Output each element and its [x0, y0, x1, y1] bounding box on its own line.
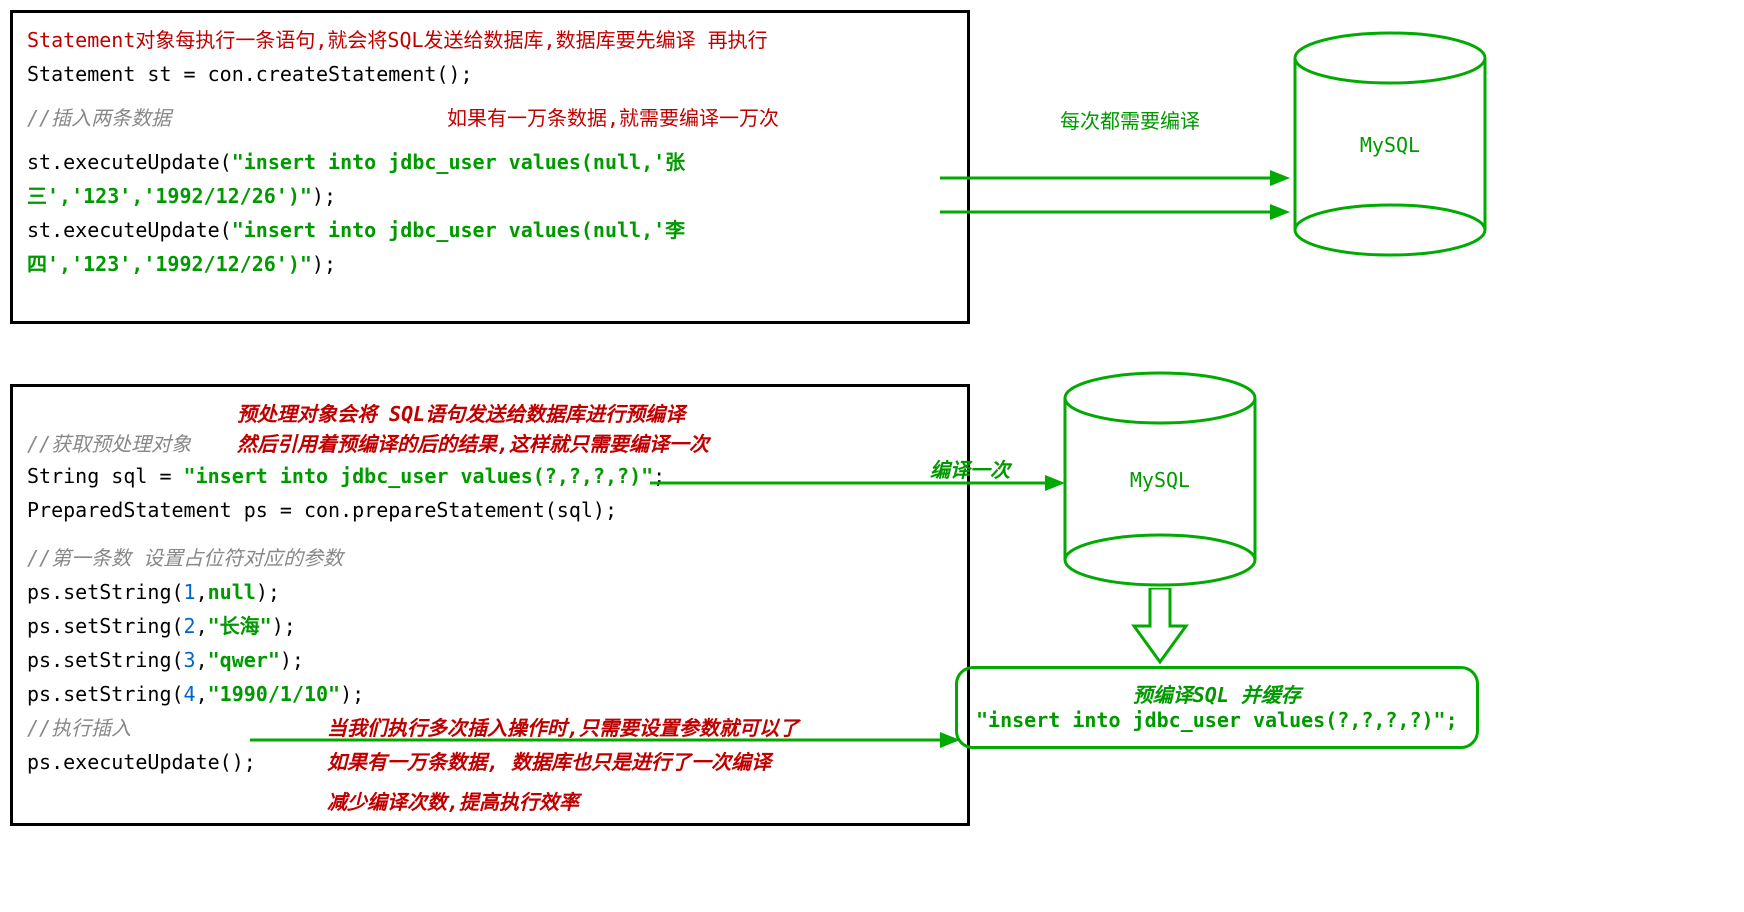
- exec1-prefix: st.executeUpdate(: [27, 150, 232, 174]
- set-params-comment: //第一条数 设置占位符对应的参数: [27, 541, 953, 575]
- cache-title: 预编译SQL 并缓存: [976, 679, 1458, 708]
- compile-10k-note: 如果有一万条数据,就需要编译一万次: [447, 101, 779, 135]
- compile-every-time-label: 每次都需要编译: [1060, 105, 1200, 134]
- sql-decl-string: "insert into jdbc_user values(?,?,?,?)": [184, 464, 654, 488]
- insert-comment: //插入两条数据: [27, 106, 171, 130]
- mysql-cylinder-bottom: MySQL: [1060, 370, 1260, 590]
- exec2-suffix: );: [312, 252, 336, 276]
- set-string-4: ps.setString(4,"1990/1/10");: [27, 677, 953, 711]
- down-arrow-icon: [1128, 588, 1192, 668]
- mysql-cylinder-top: MySQL: [1290, 30, 1490, 260]
- sql-cache-box: 预编译SQL 并缓存 "insert into jdbc_user values…: [955, 666, 1479, 749]
- arrows-top: [940, 170, 1300, 230]
- exec-insert-comment: //执行插入: [27, 716, 131, 740]
- arrow-exec-to-cache: [250, 732, 970, 752]
- preparedstatement-code-box: 预处理对象会将 SQL语句发送给数据库进行预编译 //获取预处理对象 然后引用着…: [10, 384, 970, 826]
- precompile-note-2: 然后引用着预编译的后的结果,这样就只需要编译一次: [237, 427, 709, 461]
- statement-title: Statement对象每执行一条语句,就会将SQL发送给数据库,数据库要先编译 …: [27, 23, 953, 57]
- exec2-prefix: st.executeUpdate(: [27, 218, 232, 242]
- statement-code-box: Statement对象每执行一条语句,就会将SQL发送给数据库,数据库要先编译 …: [10, 10, 970, 324]
- set-string-1: ps.setString(1,null);: [27, 575, 953, 609]
- execute-update-1: st.executeUpdate("insert into jdbc_user …: [27, 145, 953, 213]
- get-prepared-comment: //获取预处理对象: [27, 427, 191, 461]
- set-string-3: ps.setString(3,"qwer");: [27, 643, 953, 677]
- mysql-label-bottom: MySQL: [1060, 468, 1260, 492]
- set-string-2: ps.setString(2,"长海");: [27, 609, 953, 643]
- cache-sql: "insert into jdbc_user values(?,?,?,?)";: [976, 708, 1458, 732]
- create-statement-line: Statement st = con.createStatement();: [27, 57, 953, 91]
- execute-update-2: st.executeUpdate("insert into jdbc_user …: [27, 213, 953, 281]
- prepare-statement-line: PreparedStatement ps = con.prepareStatem…: [27, 493, 953, 527]
- efficiency-note: 减少编译次数,提高执行效率: [327, 785, 579, 819]
- exec1-suffix: );: [312, 184, 336, 208]
- execute-update-line: ps.executeUpdate();: [27, 750, 256, 774]
- sql-decl-prefix: String sql =: [27, 464, 184, 488]
- arrow-compile-once: [650, 475, 1070, 495]
- mysql-label-top: MySQL: [1290, 133, 1490, 157]
- precompile-note-1: 预处理对象会将 SQL语句发送给数据库进行预编译: [237, 397, 685, 431]
